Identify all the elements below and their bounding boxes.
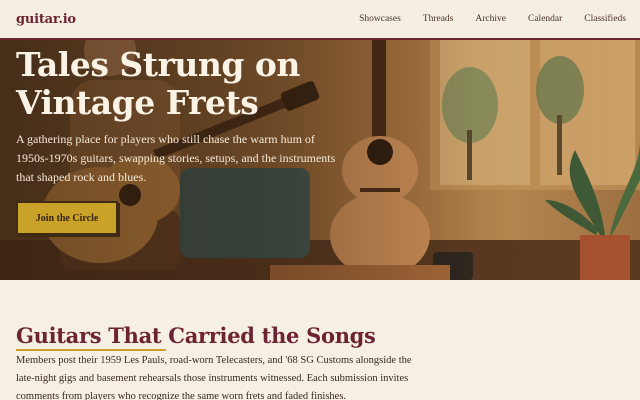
- nav-item-showcases[interactable]: Showcases: [359, 14, 401, 24]
- nav-item-threads[interactable]: Threads: [423, 14, 454, 24]
- section-title: Guitars That Carried the Songs: [16, 323, 376, 348]
- title-underline: [16, 349, 166, 351]
- nav-item-classifieds[interactable]: Classifieds: [584, 14, 626, 24]
- hero-banner: Tales Strung on Vintage Frets A gatherin…: [0, 40, 640, 280]
- nav-menu: Showcases Threads Archive Calendar Class…: [359, 14, 626, 24]
- hero-description: A gathering place for players who still …: [16, 132, 336, 184]
- section-body: Members post their 1959 Les Pauls, road-…: [16, 355, 412, 400]
- hero-title: Tales Strung on Vintage Frets: [16, 45, 300, 122]
- join-circle-button[interactable]: Join the Circle: [16, 201, 118, 235]
- top-nav: guitar.io Showcases Threads Archive Cale…: [0, 0, 640, 40]
- brand-logo[interactable]: guitar.io: [16, 12, 76, 27]
- nav-item-archive[interactable]: Archive: [475, 14, 506, 24]
- nav-item-calendar[interactable]: Calendar: [528, 14, 562, 24]
